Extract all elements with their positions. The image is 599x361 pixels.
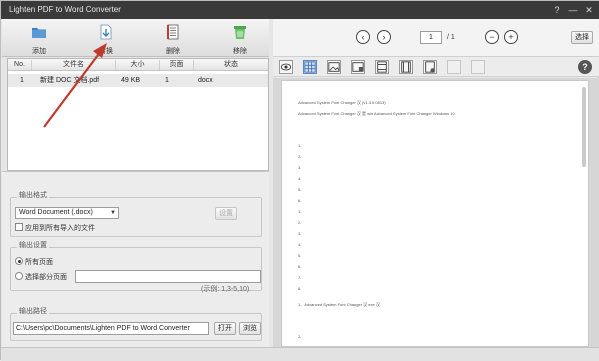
document-preview-area: Advanced System Font Changer 汉 (v1.3.0.0… (273, 78, 599, 347)
delete-label: 删除 (166, 48, 180, 55)
doc-line: 6. (298, 264, 302, 269)
doc-line: Advanced System Font Changer 汉 (v1.3.0.0… (298, 100, 386, 105)
remove-label: 移除 (233, 48, 247, 55)
select-button[interactable]: 选择 (571, 31, 593, 44)
doc-line: 3. (298, 231, 302, 236)
doc-line: 6. (298, 198, 302, 203)
doc-line: 1. (298, 209, 302, 214)
output-path-input[interactable]: C:\Users\pc\Documents\Lighten PDF to Wor… (13, 322, 209, 335)
delete-button[interactable]: 删除 (148, 22, 198, 56)
doc-line: Advanced System Font Changer 汉 是 win Adv… (298, 111, 455, 116)
doc-line: 2. (298, 220, 302, 225)
page-range-example: (示例: 1,3-5,10) (201, 286, 250, 293)
zoom-out-icon[interactable]: − (485, 30, 499, 44)
doc-line: 3. (298, 165, 302, 170)
document-convert-icon (100, 24, 112, 40)
doc-line: 8. (298, 286, 302, 291)
doc-line: 4. (298, 176, 302, 181)
settings-panel: 输出格式 Word Document (.docx) ▼ 设置 应用到所有导入的… (2, 171, 269, 347)
doc-line: 5. (298, 253, 302, 258)
image-view-icon[interactable] (327, 60, 341, 74)
help-icon[interactable]: ? (551, 4, 563, 16)
view-toolbar: ? (273, 57, 599, 77)
column-layout-icon[interactable] (399, 60, 413, 74)
next-page-icon[interactable]: › (377, 30, 391, 44)
folder-add-icon (32, 28, 46, 38)
doc-line: 2. (298, 334, 302, 339)
all-pages-label: 所有页面 (25, 259, 53, 266)
annotation-arrow (43, 43, 107, 128)
window-title: Lighten PDF to Word Converter (9, 5, 121, 14)
doc-line: 2. (298, 154, 302, 159)
page-range-input[interactable] (75, 270, 261, 283)
page-number-input[interactable]: 1 (420, 31, 442, 44)
header-footer-icon[interactable] (375, 60, 389, 74)
apply-all-checkbox[interactable] (15, 223, 23, 231)
viewer-navigation-bar: ‹ › 1 / 1 − + 选择 (273, 19, 599, 57)
select-pages-label: 选择部分页面 (25, 274, 67, 281)
page-total: / 1 (447, 34, 455, 41)
output-path-legend: 输出路径 (17, 306, 49, 316)
column-header-pages[interactable]: 页面 (160, 60, 194, 70)
page-settings-icon[interactable] (423, 60, 437, 74)
output-format-legend: 输出格式 (17, 190, 49, 200)
help-circle-icon[interactable]: ? (578, 60, 592, 74)
vertical-scrollbar[interactable] (582, 87, 586, 167)
output-settings-group: 输出设置 所有页面 选择部分页面 (示例: 1,3-5,10) (10, 240, 262, 293)
app-window: Lighten PDF to Word Converter ? — ✕ 添加 转… (0, 0, 599, 361)
page-icon[interactable] (447, 60, 461, 74)
select-pages-radio[interactable] (15, 272, 23, 280)
doc-line: 4. (298, 242, 302, 247)
browse-button[interactable]: 浏览 (239, 322, 261, 335)
format-settings-button[interactable]: 设置 (215, 207, 237, 220)
format-select[interactable]: Word Document (.docx) ▼ (15, 207, 119, 219)
eye-preview-icon[interactable] (279, 60, 293, 74)
recycle-remove-icon (234, 26, 246, 39)
output-settings-legend: 输出设置 (17, 240, 49, 250)
close-icon[interactable]: ✕ (583, 4, 595, 16)
column-header-status[interactable]: 状态 (194, 60, 268, 70)
grid-view-icon[interactable] (303, 60, 317, 74)
image-crop-icon[interactable] (351, 60, 365, 74)
open-folder-button[interactable]: 打开 (214, 322, 236, 335)
doc-line: 5. (298, 187, 302, 192)
document-page: Advanced System Font Changer 汉 (v1.3.0.0… (281, 80, 589, 347)
row-no: 1 (20, 77, 24, 84)
row-status: docx (198, 77, 213, 84)
column-header-no[interactable]: No. (8, 60, 32, 70)
doc-line: 1、Advanced System Font Changer 汉 exe 汉 (298, 302, 380, 307)
output-path-group: 输出路径 C:\Users\pc\Documents\Lighten PDF t… (10, 306, 262, 341)
remove-button[interactable]: 移除 (215, 22, 265, 56)
format-select-value: Word Document (.docx) (19, 209, 93, 216)
all-pages-radio[interactable] (15, 257, 23, 265)
doc-line: 1. (298, 143, 302, 148)
page-alt-icon[interactable] (471, 60, 485, 74)
apply-all-label: 应用到所有导入的文件 (25, 225, 95, 232)
status-bar (1, 347, 599, 361)
row-pages: 1 (165, 77, 169, 84)
previous-page-icon[interactable]: ‹ (356, 30, 370, 44)
title-bar: Lighten PDF to Word Converter ? — ✕ (1, 1, 599, 19)
row-size: 49 KB (121, 77, 141, 84)
document-delete-icon (167, 24, 179, 40)
zoom-in-icon[interactable]: + (504, 30, 518, 44)
doc-line: 7. (298, 275, 302, 280)
output-format-group: 输出格式 Word Document (.docx) ▼ 设置 应用到所有导入的… (10, 190, 262, 237)
minimize-icon[interactable]: — (567, 4, 579, 16)
column-header-size[interactable]: 大小 (116, 60, 160, 70)
chevron-down-icon: ▼ (110, 210, 116, 216)
